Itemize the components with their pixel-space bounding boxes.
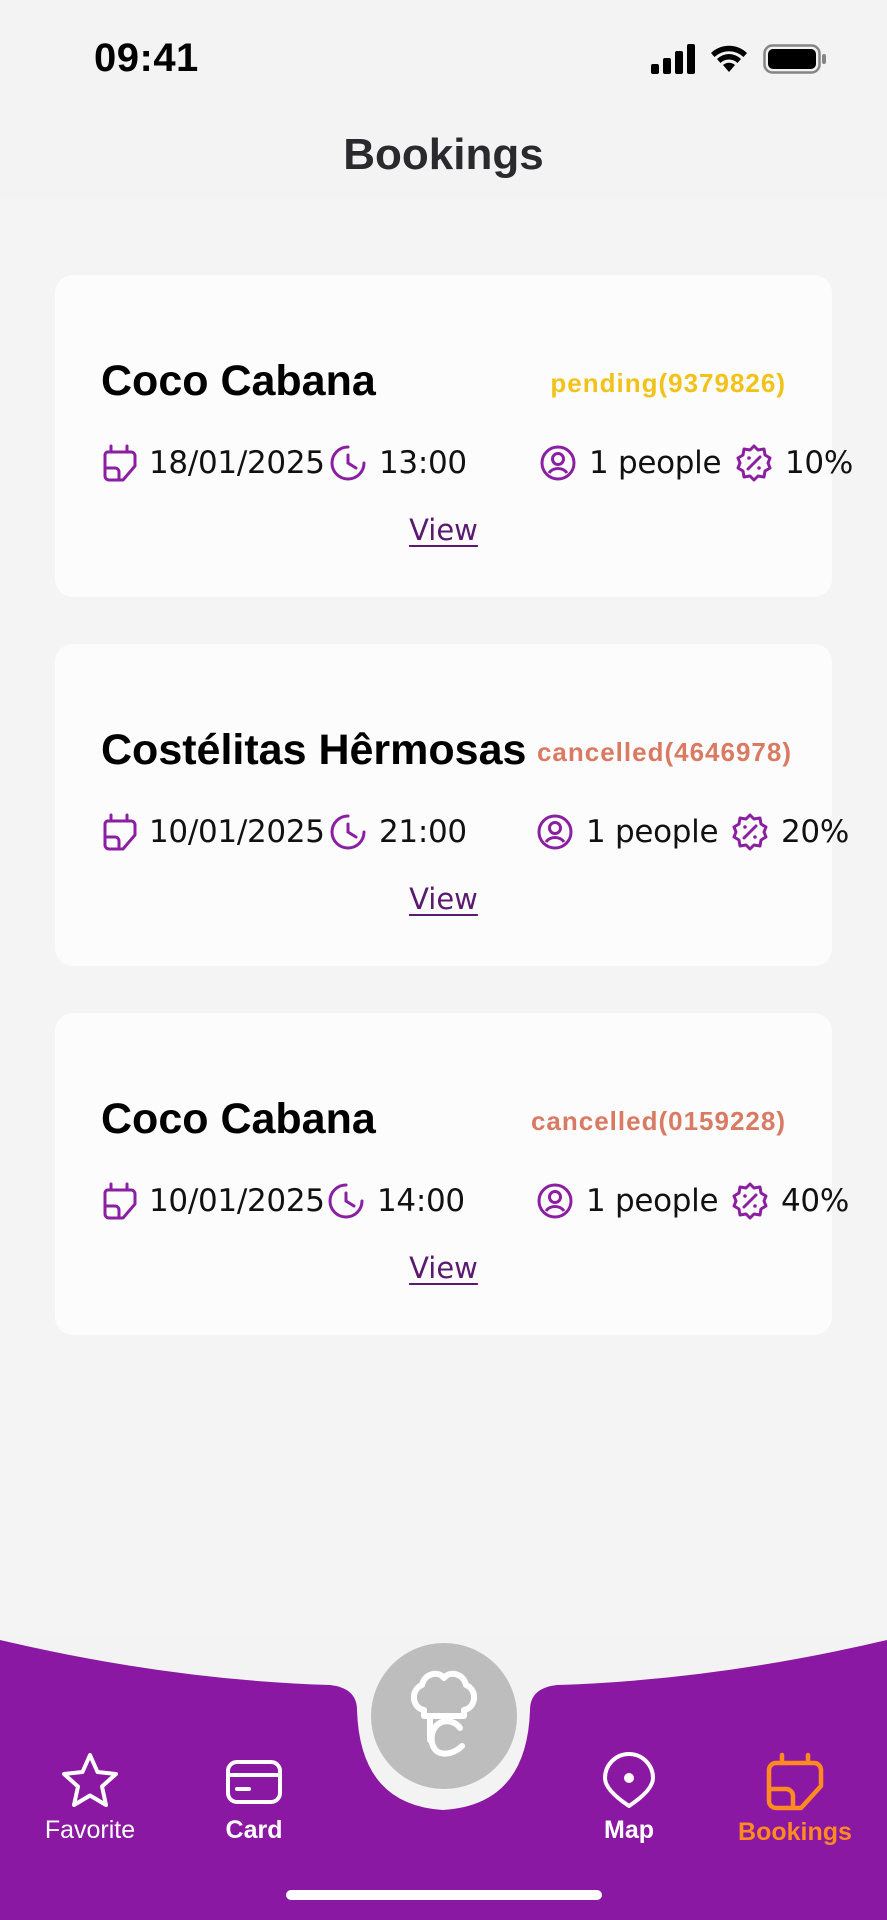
person-icon (537, 814, 573, 850)
nav-item-favorite[interactable]: Favorite (15, 1752, 165, 1845)
booking-time: 14:00 (327, 1179, 465, 1223)
discount-badge-icon (732, 813, 768, 851)
bookings-icon (766, 1752, 824, 1811)
people-text: 1 people (586, 814, 719, 850)
restaurant-name: Coco Cabana (101, 1095, 376, 1143)
booking-card[interactable]: Coco Cabana cancelled(0159228) 10/01/202… (55, 1013, 849, 1335)
view-booking-link[interactable]: View (55, 513, 832, 547)
booking-date: 10/01/2025 (101, 1179, 325, 1223)
nav-label-bookings: Bookings (738, 1818, 852, 1846)
booking-date: 18/01/2025 (101, 441, 325, 485)
people-text: 1 people (586, 1183, 719, 1219)
home-indicator (286, 1890, 602, 1900)
restaurant-name: Coco Cabana (101, 357, 376, 405)
cellular-signal-icon (651, 44, 695, 74)
header: Bookings (0, 110, 887, 198)
booking-discount: 10% (735, 441, 853, 485)
date-text: 10/01/2025 (149, 1183, 325, 1219)
person-icon (540, 445, 576, 481)
booking-info-row: 10/01/2025 21:00 1 people 20% (101, 810, 849, 854)
booking-status: cancelled(0159228) (530, 1106, 786, 1136)
booking-people: 1 people (536, 1179, 719, 1223)
wifi-icon (711, 45, 747, 72)
nav-item-bookings[interactable]: Bookings (720, 1752, 870, 1847)
booking-card[interactable]: Costélitas Hêrmosas cancelled(4646978) 1… (55, 644, 849, 966)
booking-people: 1 people (539, 441, 722, 485)
booking-status: pending(9379826) (550, 368, 786, 398)
discount-text: 20% (781, 814, 850, 850)
chef-hat-icon (411, 1670, 477, 1757)
clock-icon (328, 1183, 364, 1219)
restaurant-name: Costélitas Hêrmosas (101, 726, 527, 774)
card-icon (226, 1760, 282, 1804)
booking-people: 1 people (536, 810, 719, 854)
status-time: 09:41 (94, 36, 199, 80)
clock-icon (330, 814, 366, 850)
booking-status: cancelled(4646978) (536, 737, 792, 767)
status-icons (651, 44, 827, 74)
person-icon (537, 1183, 573, 1219)
discount-badge-icon (732, 1182, 768, 1220)
time-text: 14:00 (377, 1183, 465, 1219)
nav-label-card: Card (225, 1816, 283, 1844)
discount-badge-icon (736, 444, 772, 482)
booking-info-row: 10/01/2025 14:00 1 people 40% (101, 1179, 849, 1223)
star-icon (62, 1753, 118, 1807)
booking-discount: 20% (731, 810, 849, 854)
page-title: Bookings (343, 130, 544, 179)
booking-info-row: 18/01/2025 13:00 1 people 10% (101, 441, 853, 485)
nav-item-card[interactable]: Card (179, 1752, 329, 1845)
nav-label-favorite: Favorite (44, 1816, 136, 1844)
booking-time: 13:00 (329, 441, 467, 485)
discount-text: 10% (785, 445, 854, 481)
view-booking-link[interactable]: View (55, 882, 832, 916)
booking-card[interactable]: Coco Cabana pending(9379826) 18/01/2025 … (55, 275, 853, 597)
time-text: 13:00 (379, 445, 467, 481)
view-booking-link[interactable]: View (55, 1251, 832, 1285)
calendar-icon (103, 1182, 137, 1220)
nav-label-map: Map (604, 1816, 654, 1844)
calendar-icon (103, 813, 137, 851)
nav-item-map[interactable]: Map (554, 1752, 704, 1845)
booking-date: 10/01/2025 (101, 810, 325, 854)
battery-icon (763, 44, 826, 74)
people-text: 1 people (589, 445, 722, 481)
booking-time: 21:00 (329, 810, 467, 854)
status-bar: 09:41 (0, 0, 887, 110)
center-chef-button[interactable] (371, 1643, 517, 1789)
map-pin-icon (603, 1752, 655, 1808)
date-text: 18/01/2025 (149, 445, 325, 481)
booking-discount: 40% (731, 1179, 849, 1223)
time-text: 21:00 (379, 814, 467, 850)
clock-icon (330, 445, 366, 481)
calendar-icon (103, 444, 137, 482)
discount-text: 40% (781, 1183, 850, 1219)
date-text: 10/01/2025 (149, 814, 325, 850)
